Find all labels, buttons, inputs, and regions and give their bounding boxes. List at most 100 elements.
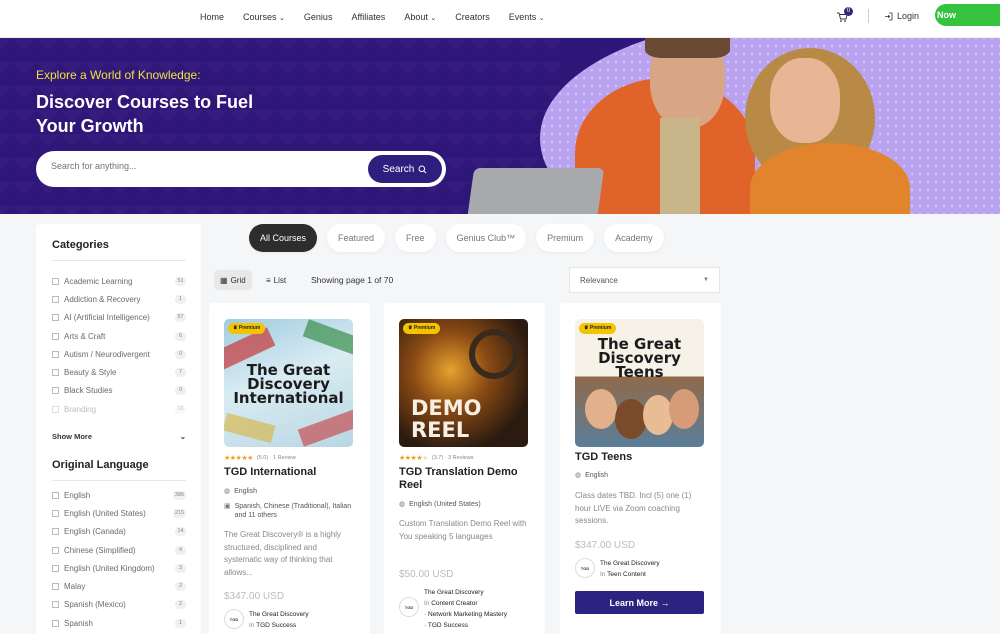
nav-courses[interactable]: Courses ⌄ [243, 12, 285, 22]
crown-icon: ♛ [233, 325, 238, 331]
premium-label: Premium [238, 325, 261, 331]
search-input[interactable] [51, 161, 351, 171]
author-category-2[interactable]: · Network Marketing Mastery [424, 609, 507, 620]
chevron-down-icon: ⌄ [179, 432, 186, 441]
checkbox[interactable] [52, 295, 59, 303]
nav-events[interactable]: Events ⌄ [509, 12, 545, 22]
category-item[interactable]: Branding 16 [52, 400, 186, 418]
checkbox[interactable] [52, 564, 59, 572]
language-label: Spanish [64, 618, 93, 628]
author-name[interactable]: The Great Discovery [424, 587, 507, 598]
author-name[interactable]: The Great Discovery [249, 609, 309, 620]
sort-select[interactable]: Relevance ▼ [569, 267, 720, 293]
checkbox[interactable] [52, 528, 59, 536]
course-filter-tabs: All Courses Featured Free Genius Club™ P… [249, 224, 664, 252]
language-item[interactable]: Spanish (Mexico) 2 [52, 596, 186, 614]
tab-academy[interactable]: Academy [604, 224, 664, 252]
category-label: Arts & Craft [64, 331, 106, 341]
cart-button[interactable]: 0 [836, 7, 853, 24]
login-link[interactable]: Login [884, 11, 919, 21]
language-item[interactable]: Chinese (Simplified) 4 [52, 541, 186, 559]
category-item[interactable]: Black Studies 0 [52, 382, 186, 400]
author-category[interactable]: Teen Content [607, 571, 646, 578]
category-item[interactable]: Addiction & Recovery 1 [52, 290, 186, 308]
learn-more-button[interactable]: Learn More → [575, 591, 704, 614]
tab-premium[interactable]: Premium [536, 224, 595, 252]
list-view-button[interactable]: ≡ List [260, 270, 292, 290]
language-label: English (United Kingdom) [64, 563, 155, 573]
category-count: 1 [175, 294, 186, 304]
star-rating-icon: ★★★★★ [399, 455, 428, 462]
nav-links: Home Courses ⌄ Genius Affiliates About ⌄… [200, 0, 545, 34]
category-item[interactable]: Beauty & Style 7 [52, 363, 186, 381]
language-item[interactable]: English (Canada) 14 [52, 523, 186, 541]
category-label: AI (Artificial Intelligence) [64, 313, 150, 323]
rating-text: (5.0) · 1 Review [256, 455, 296, 461]
checkbox[interactable] [52, 332, 59, 340]
course-thumbnail[interactable]: ♛ Premium The Great Discovery Teens [575, 319, 704, 447]
checkbox[interactable] [52, 509, 59, 517]
course-card[interactable]: ♛ Premium The Great Discovery Internatio… [209, 303, 370, 634]
course-thumbnail[interactable]: ♛ Premium The Great Discovery Internatio… [224, 319, 353, 447]
course-subtitles: ▣ Spanish, Chinese (Traditional), Italian… [224, 502, 358, 520]
language-item[interactable]: English 386 [52, 486, 186, 504]
checkbox[interactable] [52, 387, 59, 395]
author-category[interactable]: TGD Success [256, 622, 296, 629]
nav-affiliates[interactable]: Affiliates [351, 12, 385, 22]
language-item[interactable]: Spanish 1 [52, 614, 186, 632]
language-count: 1 [175, 618, 186, 628]
course-title[interactable]: TGD International [224, 466, 356, 479]
author-category-3[interactable]: · TGD Success [424, 620, 507, 631]
language-text: English [585, 472, 609, 479]
tab-free[interactable]: Free [395, 224, 436, 252]
checkbox[interactable] [52, 546, 59, 554]
category-item[interactable]: AI (Artificial Intelligence) 57 [52, 309, 186, 327]
nav-about[interactable]: About ⌄ [404, 12, 436, 22]
author-name[interactable]: The Great Discovery [600, 558, 660, 569]
crown-icon: ♛ [584, 325, 589, 331]
search-icon [418, 165, 427, 174]
language-label: English (Canada) [64, 527, 126, 537]
language-count: 386 [173, 490, 186, 500]
category-label: Beauty & Style [64, 368, 117, 378]
globe-icon: ◍ [399, 501, 406, 508]
category-count: 0 [175, 386, 186, 396]
category-item[interactable]: Academic Learning 51 [52, 272, 186, 290]
grid-view-button[interactable]: ▦ Grid [214, 270, 252, 290]
search-button[interactable]: Search [368, 155, 442, 183]
course-thumbnail[interactable]: ♛ Premium DEMO REEL [399, 319, 528, 447]
nav-creators[interactable]: Creators [455, 12, 490, 22]
filter-sidebar: Categories Academic Learning 51 Addiction… [36, 224, 201, 634]
checkbox[interactable] [52, 350, 59, 358]
course-title[interactable]: TGD Translation Demo Reel [399, 466, 531, 492]
checkbox[interactable] [52, 619, 59, 627]
join-now-button[interactable]: Now [935, 4, 1000, 26]
author-category[interactable]: Content Creator [431, 600, 477, 607]
checkbox[interactable] [52, 277, 59, 285]
course-title[interactable]: TGD Teens [575, 451, 707, 464]
checkbox[interactable] [52, 583, 59, 591]
checkbox[interactable] [52, 601, 59, 609]
language-item[interactable]: Malay 2 [52, 577, 186, 595]
tab-featured[interactable]: Featured [327, 224, 386, 252]
category-item[interactable]: Arts & Craft 6 [52, 327, 186, 345]
checkbox[interactable] [52, 491, 59, 499]
show-more-button[interactable]: Show More ⌄ [52, 432, 186, 441]
course-card[interactable]: ♛ Premium DEMO REEL ★★★★★ (3.7) · 3 Revi… [384, 303, 545, 634]
nav-genius[interactable]: Genius [304, 12, 333, 22]
hero-title: Discover Courses to Fuel Your Growth [36, 92, 254, 136]
course-card[interactable]: ♛ Premium The Great Discovery Teens TGD … [560, 303, 721, 634]
nav-home[interactable]: Home [200, 12, 224, 22]
checkbox[interactable] [52, 314, 59, 322]
course-description: Custom Translation Demo Reel with You sp… [399, 519, 527, 541]
checkbox[interactable] [52, 369, 59, 377]
language-item[interactable]: English (United States) 215 [52, 504, 186, 522]
language-item[interactable]: English (United Kingdom) 3 [52, 559, 186, 577]
tab-genius-club[interactable]: Genius Club™ [445, 224, 527, 252]
nav-divider [868, 9, 869, 23]
category-item[interactable]: Autism / Neurodivergent 0 [52, 345, 186, 363]
premium-badge: ♛ Premium [579, 323, 617, 334]
tab-all-courses[interactable]: All Courses [249, 224, 318, 252]
language-count: 2 [175, 582, 186, 592]
checkbox[interactable] [52, 405, 59, 413]
